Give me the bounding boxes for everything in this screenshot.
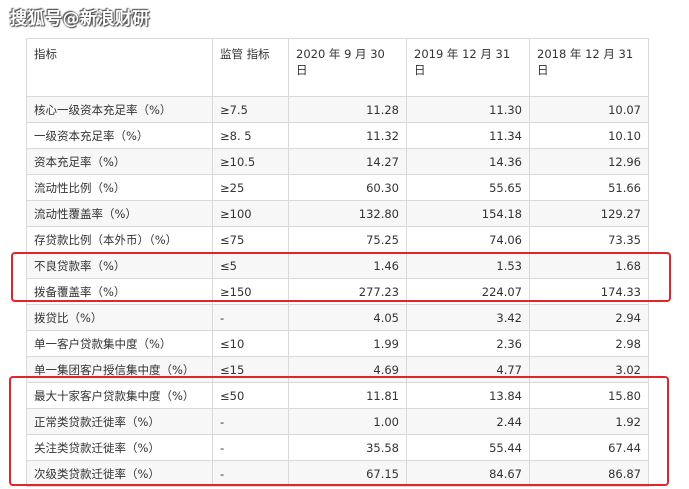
row-2018: 67.44 (529, 434, 649, 461)
row-reg: - (212, 304, 289, 331)
table-row: 正常类贷款迁徙率（%） -1.00 2.44 1.92 (26, 408, 649, 435)
row-2018: 86.87 (529, 460, 649, 487)
row-reg: ≥25 (212, 174, 289, 201)
row-reg: ≥150 (212, 278, 289, 305)
row-2018: 12.96 (529, 148, 649, 175)
table-row: 一级资本充足率（%） ≥8. 5 11.32 11.34 10.10 (26, 122, 649, 149)
table-row: 核心一级资本充足率（%） ≥7.5 11.28 11.30 10.07 (26, 96, 649, 123)
row-name: 流动性覆盖率（%） (26, 200, 213, 227)
row-reg: ≥7.5 (212, 96, 289, 123)
row-2019: 2.44 (406, 408, 530, 435)
row-2018: 129.27 (529, 200, 649, 227)
row-name: 关注类贷款迁徙率（%） (26, 434, 213, 461)
row-2020: 132.80 (288, 200, 407, 227)
row-reg: ≥8. 5 (212, 122, 289, 149)
row-2019: 11.34 (406, 122, 530, 149)
row-2018: 174.33 (529, 278, 649, 305)
row-2019: 224.07 (406, 278, 530, 305)
table-row: 资本充足率（%） ≥10.5 14.27 14.36 12.96 (26, 148, 649, 175)
row-2018: 2.98 (529, 330, 649, 357)
row-reg: ≤75 (212, 226, 289, 253)
row-2019: 1.53 (406, 252, 530, 279)
row-name: 不良贷款率（%） (26, 252, 213, 279)
row-2020: 4.05 (288, 304, 407, 331)
row-2019: 84.67 (406, 460, 530, 487)
row-2020: 277.23 (288, 278, 407, 305)
row-reg: - (212, 434, 289, 461)
row-2020: 4.69 (288, 356, 407, 383)
row-name: 拨贷比（%） (26, 304, 213, 331)
header-2019: 2019 年 12 月 31 日 (406, 38, 530, 97)
row-name: 最大十家客户贷款集中度（%） (26, 382, 213, 409)
table-row: 最大十家客户贷款集中度（%） ≤50 11.81 13.84 15.80 (26, 382, 649, 409)
row-2020: 11.81 (288, 382, 407, 409)
row-reg: ≤5 (212, 252, 289, 279)
row-2018: 73.35 (529, 226, 649, 253)
row-2018: 15.80 (529, 382, 649, 409)
table-row: 流动性比例（%） ≥25 60.30 55.65 51.66 (26, 174, 649, 201)
row-2019: 154.18 (406, 200, 530, 227)
row-name: 流动性比例（%） (26, 174, 213, 201)
row-2019: 13.84 (406, 382, 530, 409)
table-row: 拨贷比（%） -4.05 3.42 2.94 (26, 304, 649, 331)
row-reg: ≤10 (212, 330, 289, 357)
table-header-row: 指标 监管 指标 2020 年 9 月 30 日 2019 年 12 月 31 … (26, 38, 649, 97)
row-2020: 1.46 (288, 252, 407, 279)
table-row: 拨备覆盖率（%） ≥150 277.23 224.07 174.33 (26, 278, 649, 305)
header-2020: 2020 年 9 月 30 日 (288, 38, 407, 97)
metrics-table: 指标 监管 指标 2020 年 9 月 30 日 2019 年 12 月 31 … (26, 38, 649, 487)
row-reg: - (212, 408, 289, 435)
row-2020: 11.28 (288, 96, 407, 123)
row-name: 存贷款比例（本外币）（%） (26, 226, 213, 253)
row-reg: - (212, 460, 289, 487)
row-2019: 55.65 (406, 174, 530, 201)
row-2018: 1.68 (529, 252, 649, 279)
row-2018: 51.66 (529, 174, 649, 201)
row-2019: 3.42 (406, 304, 530, 331)
row-name: 一级资本充足率（%） (26, 122, 213, 149)
row-2018: 2.94 (529, 304, 649, 331)
row-2020: 14.27 (288, 148, 407, 175)
table-row: 存贷款比例（本外币）（%） ≤75 75.25 74.06 73.35 (26, 226, 649, 253)
row-reg: ≥10.5 (212, 148, 289, 175)
table-row: 单一客户贷款集中度（%） ≤10 1.99 2.36 2.98 (26, 330, 649, 357)
row-name: 资本充足率（%） (26, 148, 213, 175)
row-2018: 10.07 (529, 96, 649, 123)
row-2019: 55.44 (406, 434, 530, 461)
row-reg: ≤15 (212, 356, 289, 383)
row-2020: 60.30 (288, 174, 407, 201)
row-2019: 11.30 (406, 96, 530, 123)
row-2020: 67.15 (288, 460, 407, 487)
header-indicator: 指标 (26, 38, 213, 97)
row-2018: 1.92 (529, 408, 649, 435)
table-row: 不良贷款率（%） ≤5 1.46 1.53 1.68 (26, 252, 649, 279)
row-name: 拨备覆盖率（%） (26, 278, 213, 305)
row-name: 正常类贷款迁徙率（%） (26, 408, 213, 435)
row-2019: 74.06 (406, 226, 530, 253)
watermark: 搜狐号@新浪财研 (10, 9, 150, 29)
row-2020: 1.99 (288, 330, 407, 357)
row-2019: 2.36 (406, 330, 530, 357)
row-2018: 3.02 (529, 356, 649, 383)
row-name: 单一集团客户授信集中度（%） (26, 356, 213, 383)
row-name: 核心一级资本充足率（%） (26, 96, 213, 123)
table-row: 单一集团客户授信集中度（%） ≤15 4.69 4.77 3.02 (26, 356, 649, 383)
row-name: 次级类贷款迁徙率（%） (26, 460, 213, 487)
row-2019: 4.77 (406, 356, 530, 383)
row-reg: ≤50 (212, 382, 289, 409)
row-2020: 75.25 (288, 226, 407, 253)
row-name: 单一客户贷款集中度（%） (26, 330, 213, 357)
table-row: 次级类贷款迁徙率（%） -67.15 84.67 86.87 (26, 460, 649, 487)
header-2018: 2018 年 12 月 31 日 (529, 38, 649, 97)
header-regulatory: 监管 指标 (212, 38, 289, 97)
row-2019: 14.36 (406, 148, 530, 175)
row-2020: 11.32 (288, 122, 407, 149)
row-reg: ≥100 (212, 200, 289, 227)
table-row: 流动性覆盖率（%） ≥100 132.80 154.18 129.27 (26, 200, 649, 227)
table-row: 关注类贷款迁徙率（%） -35.58 55.44 67.44 (26, 434, 649, 461)
row-2018: 10.10 (529, 122, 649, 149)
row-2020: 1.00 (288, 408, 407, 435)
row-2020: 35.58 (288, 434, 407, 461)
